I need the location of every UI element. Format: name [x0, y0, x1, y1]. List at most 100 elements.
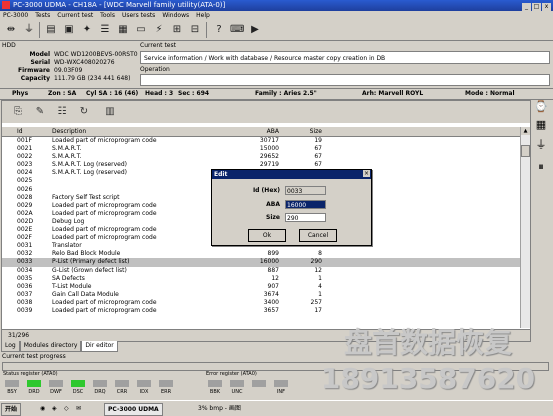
chip-icon[interactable]: ▦ [116, 23, 130, 36]
column-header-id[interactable]: Id [17, 127, 23, 136]
aba-field[interactable]: 16000 [285, 200, 326, 209]
tab-dir-editor[interactable]: Dir editor [81, 341, 118, 352]
table-row[interactable]: 0034 G-List (Grown defect list) 887 12 [2, 267, 520, 275]
cell-id: 0022 [17, 153, 33, 161]
table-scrollbar[interactable]: ▲ [520, 127, 530, 328]
power-icon[interactable]: ⏚ [22, 23, 36, 36]
terminal-icon[interactable]: ▶ [248, 23, 262, 36]
config-icon[interactable]: ⊟ [188, 23, 202, 36]
menu-pc3000[interactable]: PC-3000 [3, 12, 28, 19]
help-icon[interactable]: ? [212, 23, 226, 36]
bottom-tabs: Log Modules directory Dir editor [1, 341, 118, 352]
view-icon[interactable]: ⊞ [170, 23, 184, 36]
speed-icon[interactable]: ⌚ [534, 100, 548, 114]
cell-size: 290 [310, 258, 322, 266]
table-row[interactable]: 0032 Relo Bad Block Module 899 8 [2, 250, 520, 258]
table-row[interactable]: 0039 Loaded part of microprogram code 3657… [2, 307, 520, 315]
taskbar: 开始 ◉ ◈ ◇ ✉ PC-3000 UDMA 3% bmp - 画图 [0, 400, 553, 416]
connect-icon[interactable]: ⇹ [4, 23, 18, 36]
scroll-thumb[interactable] [521, 145, 530, 157]
cell-description: Loaded part of microprogram code [52, 201, 157, 209]
watermark-brand: 盘首数据恢复 [343, 326, 512, 359]
cell-id: 0025 [17, 177, 33, 185]
log-icon[interactable]: ☰ [98, 23, 112, 36]
grid-icon[interactable]: ▦ [534, 118, 548, 132]
column-header-aba[interactable]: ABA [234, 127, 279, 136]
quicklaunch-icon[interactable]: ◇ [64, 403, 69, 414]
start-button[interactable]: 开始 [1, 403, 22, 416]
cell-size: 67 [314, 145, 322, 153]
menu-help[interactable]: Help [196, 12, 210, 19]
table-row[interactable]: 0036 T-List Module 907 4 [2, 283, 520, 291]
status-bit-label: DSC [72, 389, 84, 395]
column-header-size[interactable]: Size [284, 127, 322, 136]
cell-id: 002D [17, 217, 34, 225]
error-bit-label: BBK [209, 389, 221, 395]
scroll-up-icon[interactable]: ▲ [521, 127, 530, 135]
write-icon[interactable]: ▥ [102, 104, 118, 119]
edit-icon[interactable]: ✎ [32, 104, 48, 119]
save-icon[interactable]: ▣ [62, 23, 76, 36]
cell-size: 1 [318, 290, 322, 298]
menu-users-tests[interactable]: Users tests [122, 12, 155, 19]
quicklaunch-icon[interactable]: ✉ [76, 403, 81, 414]
pause-icon[interactable]: ⏸ [534, 160, 548, 174]
cell-description: Debug Log [52, 217, 85, 225]
cell-description: SA Defects [52, 274, 85, 282]
operation-label: Operation [140, 66, 170, 73]
tools-icon[interactable]: ✦ [80, 23, 94, 36]
drive-icon[interactable]: ▤ [44, 23, 58, 36]
recovery-icon[interactable]: ⚡ [152, 23, 166, 36]
refresh-icon[interactable]: ↻ [76, 104, 92, 119]
cell-description: Loaded part of microprogram code [52, 226, 157, 234]
table-row[interactable]: 0035 SA Defects 12 1 [2, 275, 520, 283]
list-icon[interactable]: ☷ [54, 104, 70, 119]
cell-id: 0034 [17, 266, 33, 274]
cell-aba: 3674 [263, 290, 279, 298]
open-icon[interactable]: ⎘ [10, 104, 26, 119]
cell-id: 002E [17, 226, 33, 234]
tab-modules-directory[interactable]: Modules directory [19, 341, 82, 352]
status-bit-indicator [159, 380, 173, 387]
tab-log[interactable]: Log [1, 341, 20, 352]
table-row[interactable]: 0021 S.M.A.R.T. 15000 67 [2, 145, 520, 153]
menu-tools[interactable]: Tools [100, 12, 115, 19]
table-row[interactable]: 0022 S.M.A.R.T. 29652 67 [2, 153, 520, 161]
serial-value: WD-WXC408020276 [54, 59, 115, 66]
cell-aba: 29652 [259, 153, 279, 161]
head-value: Head : 3 [145, 90, 174, 97]
menu-tests[interactable]: Tests [35, 12, 50, 19]
table-row[interactable]: 001F Loaded part of microprogram code 3071… [2, 137, 520, 145]
taskbar-item-paint[interactable]: 3% bmp - 画图 [198, 403, 241, 414]
capacity-label: Capacity [20, 75, 50, 82]
close-button[interactable]: x [542, 3, 551, 11]
table-row[interactable]: 0037 Gain Call Data Module 3674 1 [2, 291, 520, 299]
size-field[interactable]: 290 [285, 213, 326, 222]
menu-windows[interactable]: Windows [162, 12, 189, 19]
cell-description: P-List (Primary defect list) [52, 258, 130, 266]
firmware-value: 09.03F09 [54, 67, 83, 74]
table-row[interactable]: 0038 Loaded part of microprogram code 3400… [2, 299, 520, 307]
cell-aba: 3400 [263, 298, 279, 306]
error-register-title: Error register (ATA0) [206, 371, 257, 377]
status-bit-indicator [93, 380, 107, 387]
maximize-button[interactable]: □ [532, 3, 541, 11]
cancel-button[interactable]: Cancel [299, 229, 337, 242]
quicklaunch-icon[interactable]: ◈ [52, 403, 57, 414]
plug-icon[interactable]: ⏚ [534, 138, 548, 152]
quicklaunch-icon[interactable]: ◉ [40, 403, 45, 414]
disk-icon[interactable]: ▭ [134, 23, 148, 36]
menu-current-test[interactable]: Current test [57, 12, 93, 19]
taskbar-item-pc3000[interactable]: PC-3000 UDMA [104, 403, 163, 416]
ok-button[interactable]: Ok [248, 229, 286, 242]
cell-aba: 30717 [259, 137, 279, 144]
status-bit-indicator [5, 380, 19, 387]
cell-id: 0037 [17, 290, 33, 298]
status-bit-indicator [137, 380, 151, 387]
table-row[interactable]: 0033 P-List (Primary defect list) 16000 290 [2, 258, 520, 267]
error-bit-indicator [274, 380, 288, 387]
keyboard-icon[interactable]: ⌨ [230, 23, 244, 36]
column-header-description[interactable]: Description [52, 127, 86, 136]
dialog-close-icon[interactable]: × [363, 170, 370, 177]
minimize-button[interactable]: _ [522, 3, 531, 11]
